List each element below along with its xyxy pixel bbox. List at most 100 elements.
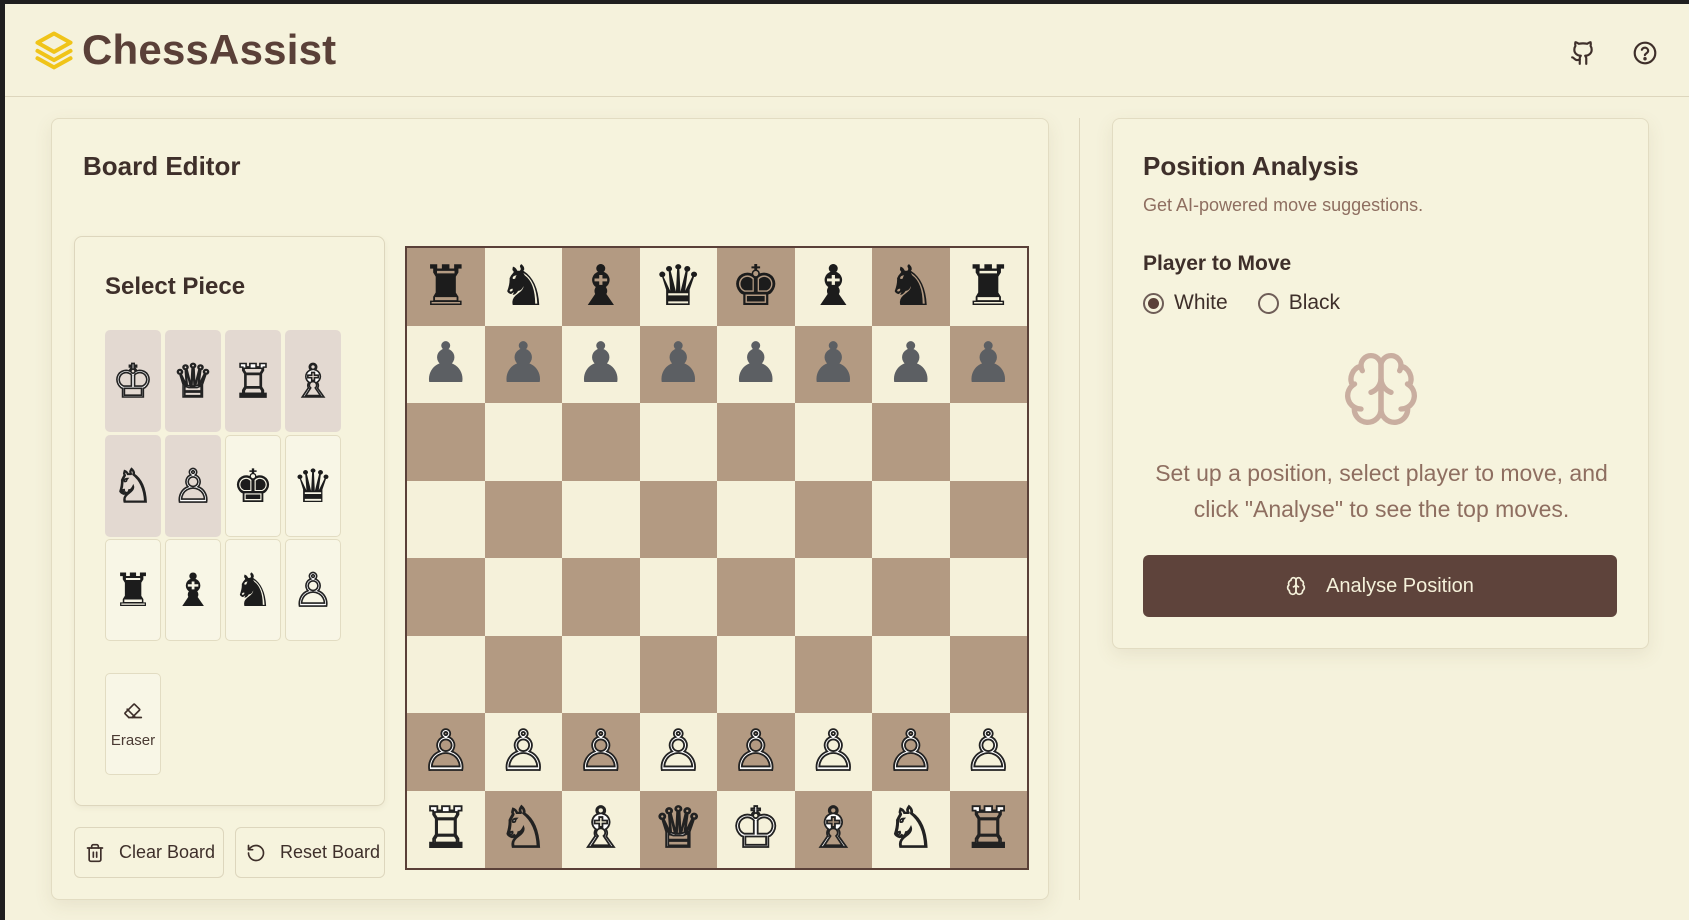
black-pawn-piece-icon[interactable]: ♟ <box>886 336 936 392</box>
square-b5[interactable] <box>484 480 562 558</box>
palette-white-pawn-alt[interactable]: ♙ <box>285 539 341 641</box>
white-pawn-piece-icon[interactable]: ♙ <box>730 722 782 780</box>
square-e8[interactable]: ♚ <box>717 248 795 326</box>
white-pawn-piece-icon[interactable]: ♙ <box>575 722 627 780</box>
square-g3[interactable] <box>872 635 950 713</box>
square-d2[interactable]: ♙ <box>639 713 717 791</box>
square-d4[interactable] <box>639 558 717 636</box>
square-c8[interactable]: ♝ <box>562 248 640 326</box>
square-h3[interactable] <box>949 635 1027 713</box>
square-a3[interactable] <box>407 635 485 713</box>
square-f3[interactable] <box>794 635 872 713</box>
square-c3[interactable] <box>562 635 640 713</box>
square-a5[interactable] <box>407 480 485 558</box>
square-b6[interactable] <box>484 403 562 481</box>
square-e4[interactable] <box>717 558 795 636</box>
white-knight-piece-icon[interactable]: ♘ <box>885 800 937 858</box>
square-b8[interactable]: ♞ <box>484 248 562 326</box>
square-a7[interactable]: ♟ <box>407 325 485 403</box>
square-e6[interactable] <box>717 403 795 481</box>
analyse-position-button[interactable]: Analyse Position <box>1143 555 1617 617</box>
radio-white-circle[interactable] <box>1143 292 1164 314</box>
square-h6[interactable] <box>949 403 1027 481</box>
white-bishop-piece-icon[interactable]: ♗ <box>575 800 627 858</box>
white-queen-piece-icon[interactable]: ♕ <box>652 800 704 858</box>
reset-board-button[interactable]: Reset Board <box>235 827 385 878</box>
clear-board-button[interactable]: Clear Board <box>74 827 224 878</box>
square-g4[interactable] <box>872 558 950 636</box>
white-pawn-piece-icon[interactable]: ♙ <box>497 722 549 780</box>
square-h8[interactable]: ♜ <box>949 248 1027 326</box>
github-icon[interactable] <box>1570 40 1596 66</box>
palette-white-bishop[interactable]: ♗ <box>285 330 341 432</box>
black-pawn-piece-icon[interactable]: ♟ <box>576 336 626 392</box>
square-b1[interactable]: ♘ <box>484 790 562 868</box>
square-c1[interactable]: ♗ <box>562 790 640 868</box>
square-d8[interactable]: ♛ <box>639 248 717 326</box>
square-e2[interactable]: ♙ <box>717 713 795 791</box>
square-c6[interactable] <box>562 403 640 481</box>
square-f8[interactable]: ♝ <box>794 248 872 326</box>
square-d6[interactable] <box>639 403 717 481</box>
square-g8[interactable]: ♞ <box>872 248 950 326</box>
black-bishop-piece-icon[interactable]: ♝ <box>576 258 626 315</box>
palette-black-rook[interactable]: ♜ <box>105 539 161 641</box>
white-pawn-piece-icon[interactable]: ♙ <box>885 722 937 780</box>
palette-white-knight[interactable]: ♘ <box>105 435 161 537</box>
square-f2[interactable]: ♙ <box>794 713 872 791</box>
square-g1[interactable]: ♘ <box>872 790 950 868</box>
square-h1[interactable]: ♖ <box>949 790 1027 868</box>
square-h2[interactable]: ♙ <box>949 713 1027 791</box>
black-knight-piece-icon[interactable]: ♞ <box>886 258 936 315</box>
radio-white[interactable]: White <box>1143 291 1228 315</box>
square-f1[interactable]: ♗ <box>794 790 872 868</box>
square-f6[interactable] <box>794 403 872 481</box>
radio-black[interactable]: Black <box>1257 291 1340 315</box>
square-h4[interactable] <box>949 558 1027 636</box>
white-pawn-piece-icon[interactable]: ♙ <box>807 722 859 780</box>
black-queen-piece-icon[interactable]: ♛ <box>653 258 703 315</box>
square-f4[interactable] <box>794 558 872 636</box>
palette-black-knight[interactable]: ♞ <box>225 539 281 641</box>
square-g5[interactable] <box>872 480 950 558</box>
square-a2[interactable]: ♙ <box>407 713 485 791</box>
palette-white-king[interactable]: ♔ <box>105 330 161 432</box>
help-circle-icon[interactable] <box>1632 40 1658 66</box>
radio-black-circle[interactable] <box>1257 292 1279 314</box>
square-e5[interactable] <box>717 480 795 558</box>
palette-white-rook[interactable]: ♖ <box>225 330 281 432</box>
square-b3[interactable] <box>484 635 562 713</box>
square-d5[interactable] <box>639 480 717 558</box>
black-pawn-piece-icon[interactable]: ♟ <box>653 336 703 392</box>
black-pawn-piece-icon[interactable]: ♟ <box>498 336 548 392</box>
black-pawn-piece-icon[interactable]: ♟ <box>421 336 471 392</box>
square-f5[interactable] <box>794 480 872 558</box>
black-pawn-piece-icon[interactable]: ♟ <box>963 336 1013 392</box>
square-c2[interactable]: ♙ <box>562 713 640 791</box>
square-c5[interactable] <box>562 480 640 558</box>
square-c4[interactable] <box>562 558 640 636</box>
square-c7[interactable]: ♟ <box>562 325 640 403</box>
black-rook-piece-icon[interactable]: ♜ <box>421 258 471 315</box>
black-bishop-piece-icon[interactable]: ♝ <box>808 258 858 315</box>
palette-black-queen[interactable]: ♛ <box>285 435 341 537</box>
square-d1[interactable]: ♕ <box>639 790 717 868</box>
square-g6[interactable] <box>872 403 950 481</box>
square-b7[interactable]: ♟ <box>484 325 562 403</box>
white-rook-piece-icon[interactable]: ♖ <box>420 800 472 858</box>
square-e7[interactable]: ♟ <box>717 325 795 403</box>
palette-white-pawn[interactable]: ♙ <box>165 435 221 537</box>
square-h5[interactable] <box>949 480 1027 558</box>
square-d3[interactable] <box>639 635 717 713</box>
square-a4[interactable] <box>407 558 485 636</box>
white-bishop-piece-icon[interactable]: ♗ <box>807 800 859 858</box>
black-pawn-piece-icon[interactable]: ♟ <box>808 336 858 392</box>
square-d7[interactable]: ♟ <box>639 325 717 403</box>
square-g7[interactable]: ♟ <box>872 325 950 403</box>
white-pawn-piece-icon[interactable]: ♙ <box>962 722 1014 780</box>
palette-black-bishop[interactable]: ♝ <box>165 539 221 641</box>
white-knight-piece-icon[interactable]: ♘ <box>497 800 549 858</box>
black-rook-piece-icon[interactable]: ♜ <box>963 258 1013 315</box>
square-f7[interactable]: ♟ <box>794 325 872 403</box>
square-g2[interactable]: ♙ <box>872 713 950 791</box>
